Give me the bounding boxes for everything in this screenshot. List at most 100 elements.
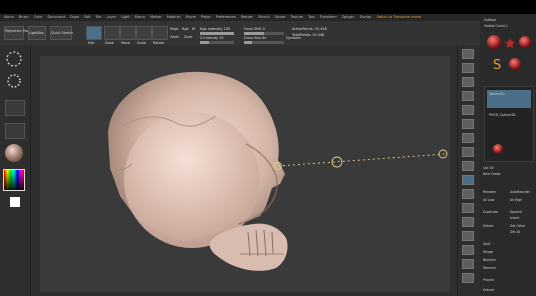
new-folder-button[interactable]: New Folder — [483, 172, 501, 176]
pm3d-sphere-icon — [509, 58, 521, 70]
split-button[interactable]: Split — [483, 242, 490, 246]
menu-item-movie[interactable]: Movie — [186, 15, 196, 19]
focal-shift-label: Focal Shift 0 — [244, 27, 265, 31]
scale-view-button[interactable] — [462, 217, 474, 227]
mrgb-toggle[interactable]: Mrgb — [170, 27, 179, 31]
zbrush-logo-icon: S — [493, 58, 501, 73]
menu-item-marker[interactable]: Marker — [150, 15, 162, 19]
document-canvas[interactable] — [40, 56, 450, 292]
delete-button[interactable]: Delete — [483, 224, 493, 228]
merge-button[interactable]: Merge — [483, 250, 493, 254]
floor-button[interactable] — [462, 147, 474, 157]
draw-size-label: Draw Size 64 — [244, 36, 267, 40]
color-picker-icon — [3, 169, 25, 191]
zoom-button[interactable] — [462, 91, 474, 101]
draw-button[interactable] — [104, 26, 120, 40]
main-color-swatch[interactable] — [10, 197, 20, 207]
spix-button[interactable] — [462, 63, 474, 73]
menu-item-file[interactable]: File — [96, 15, 102, 19]
local-button[interactable] — [462, 161, 474, 171]
rgb-toggle[interactable]: Rgb — [182, 27, 189, 31]
edit-button[interactable] — [86, 26, 102, 40]
menu-item-draw[interactable]: Draw — [70, 15, 79, 19]
rotate-view-button[interactable] — [462, 231, 474, 241]
frame-button[interactable] — [462, 189, 474, 199]
move-button[interactable] — [120, 26, 136, 40]
transpose-line[interactable] — [274, 149, 448, 170]
all-high-button[interactable]: All High — [510, 198, 522, 202]
sphere-tool-preview[interactable] — [518, 34, 532, 48]
menu-item-texture[interactable]: Texture — [291, 15, 303, 19]
menu-item-layer[interactable]: Layer — [107, 15, 116, 19]
xyz-button[interactable] — [462, 175, 474, 185]
star-icon — [505, 38, 515, 48]
polyf-button[interactable] — [462, 245, 474, 255]
m-toggle[interactable]: M — [192, 27, 195, 31]
transp-button[interactable] — [462, 259, 474, 269]
total-points-readout: TotalPoints: 20,448 — [292, 33, 325, 37]
menu-item-alpha[interactable]: Alpha — [4, 15, 14, 19]
zbrush-s-logo: S — [490, 56, 504, 73]
texture-thumbnail[interactable] — [5, 123, 25, 139]
brush-thumbnail[interactable] — [4, 49, 24, 69]
menu-item-tool[interactable]: Tool — [308, 15, 315, 19]
zadd-toggle[interactable]: Zadd — [170, 35, 179, 39]
menu-item-render[interactable]: Render — [241, 15, 253, 19]
menu-item-material[interactable]: Material — [167, 15, 181, 19]
menu-item-zscript[interactable]: Zscript — [360, 15, 372, 19]
menu-item-preferences[interactable]: Preferences — [216, 15, 236, 19]
menu-item-color[interactable]: Color — [34, 15, 43, 19]
color-picker[interactable] — [3, 169, 25, 191]
subtool-title: Subtool — [484, 18, 497, 22]
brush-icon — [6, 51, 22, 67]
bpr-button[interactable] — [462, 49, 474, 59]
aahalf-button[interactable] — [462, 119, 474, 129]
actual-button[interactable] — [462, 105, 474, 115]
subtool-list: Sphere3D PM3D_Sphere3D — [484, 86, 534, 162]
skull-model[interactable] — [108, 71, 288, 271]
rgb-intensity-slider[interactable] — [200, 32, 234, 35]
menu-item-picker[interactable]: Picker — [201, 15, 211, 19]
subtool-item[interactable]: PM3D_Sphere3D — [487, 111, 531, 127]
del-other-button[interactable]: Del Other — [510, 224, 525, 228]
all-low-button[interactable]: All Low — [483, 198, 494, 202]
rename-button[interactable]: Rename — [483, 190, 496, 194]
menu-item-stroke[interactable]: Stroke — [275, 15, 286, 19]
zsub-toggle[interactable]: Zsub — [184, 35, 192, 39]
auto-reorder-button[interactable]: AutoReorder — [510, 190, 530, 194]
focal-shift-slider[interactable] — [244, 32, 284, 35]
menu-item-document[interactable]: Document — [48, 15, 66, 19]
move-view-button[interactable] — [462, 203, 474, 213]
append-button[interactable]: Append — [510, 210, 522, 214]
visible-count-label: Visible Count 1 — [484, 24, 508, 28]
menu-item-transform[interactable]: Transform — [320, 15, 337, 19]
list-all-button[interactable]: List All — [483, 166, 494, 170]
menu-item-edit[interactable]: Edit — [84, 15, 91, 19]
menu-item-light[interactable]: Light — [121, 15, 129, 19]
insert-button[interactable]: Insert — [510, 216, 519, 220]
draw-size-slider[interactable] — [244, 41, 284, 44]
pm3d-sphere-preview[interactable] — [508, 56, 522, 70]
subtool-item-active[interactable]: Sphere3D — [487, 90, 531, 108]
rotate-button[interactable] — [152, 26, 168, 40]
stroke-thumbnail[interactable] — [4, 71, 24, 91]
menu-item-macro[interactable]: Macro — [135, 15, 145, 19]
scroll-button[interactable] — [462, 77, 474, 87]
z-intensity-slider[interactable] — [200, 41, 234, 44]
menu-item-brush[interactable]: Brush — [19, 15, 29, 19]
duplicate-button[interactable]: Duplicate — [483, 210, 498, 214]
project-button[interactable]: Project — [483, 278, 494, 282]
boolean-button[interactable]: Boolean — [483, 258, 496, 262]
scale-button[interactable] — [136, 26, 152, 40]
material-thumbnail[interactable] — [3, 142, 25, 164]
menu-item-zplugin[interactable]: Zplugin — [342, 15, 355, 19]
star-tool-preview[interactable] — [504, 34, 516, 48]
menu-item-stencil[interactable]: Stencil — [258, 15, 269, 19]
persp-button[interactable] — [462, 133, 474, 143]
del-all-button[interactable]: Del All — [510, 230, 520, 234]
remesh-button[interactable]: Remesh — [483, 266, 496, 270]
alpha-thumbnail[interactable] — [5, 100, 25, 116]
material-preview[interactable] — [486, 34, 502, 50]
solo-button[interactable] — [462, 273, 474, 283]
extract-button[interactable]: Extract — [483, 288, 494, 292]
